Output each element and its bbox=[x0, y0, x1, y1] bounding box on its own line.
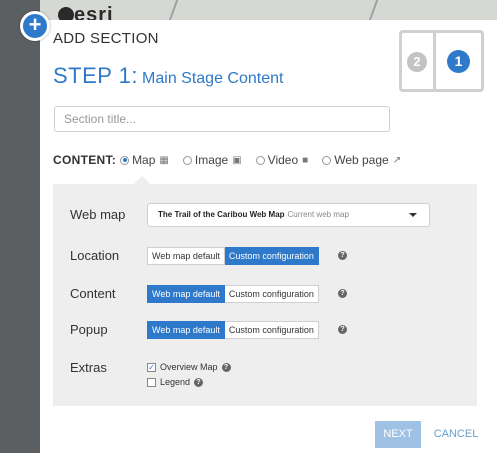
webmap-label: Web map bbox=[70, 207, 126, 222]
external-link-icon: ↗ bbox=[392, 154, 402, 166]
step-number: STEP 1: bbox=[53, 63, 139, 88]
video-icon: ■ bbox=[302, 154, 309, 166]
location-label: Location bbox=[70, 248, 120, 263]
content-option-label: Image bbox=[194, 153, 229, 167]
step-indicator: 2 1 bbox=[399, 30, 484, 92]
location-custom-configuration[interactable]: Custom configuration bbox=[224, 247, 319, 265]
add-section-plus-button[interactable]: + bbox=[20, 11, 50, 41]
help-icon[interactable]: ? bbox=[338, 289, 347, 298]
content-option-label: Map bbox=[132, 153, 156, 167]
content-label: CONTENT: bbox=[53, 153, 117, 167]
content-option-label: Video bbox=[267, 153, 299, 167]
popup-custom-configuration[interactable]: Custom configuration bbox=[224, 321, 319, 339]
help-icon[interactable]: ? bbox=[338, 251, 347, 260]
sidebar-shadow bbox=[0, 0, 40, 453]
help-icon[interactable]: ? bbox=[221, 362, 231, 372]
overview-map-label: Overview Map bbox=[160, 362, 218, 372]
popup-toggle: Web map default Custom configuration bbox=[147, 321, 319, 339]
location-toggle: Web map default Custom configuration bbox=[147, 247, 319, 265]
section-title-input[interactable] bbox=[54, 106, 390, 132]
cancel-button[interactable]: CANCEL bbox=[430, 421, 482, 448]
step-1-badge[interactable]: 1 bbox=[447, 50, 470, 73]
help-icon[interactable]: ? bbox=[194, 377, 204, 387]
content-custom-configuration[interactable]: Custom configuration bbox=[224, 285, 319, 303]
popup-label: Popup bbox=[70, 322, 108, 337]
map-icon: ▦ bbox=[159, 154, 169, 166]
content-type-selector: CONTENT: Map ▦ Image ▣ Video ■ Web page … bbox=[53, 153, 415, 167]
location-webmap-default[interactable]: Web map default bbox=[147, 247, 225, 265]
content-toggle: Web map default Custom configuration bbox=[147, 285, 319, 303]
step-divider bbox=[433, 33, 436, 89]
overview-map-checkbox[interactable]: ✓ Overview Map ? bbox=[147, 362, 231, 372]
content-option-label: Web page bbox=[334, 153, 389, 167]
radio-video[interactable] bbox=[255, 155, 265, 165]
step-subtitle: Main Stage Content bbox=[142, 70, 284, 87]
content-webmap-default[interactable]: Web map default bbox=[147, 285, 225, 303]
chevron-down-icon bbox=[409, 213, 417, 217]
webmap-value: The Trail of the Caribou Web Map bbox=[158, 210, 285, 219]
dialog-heading: ADD SECTION bbox=[53, 30, 159, 47]
radio-map[interactable] bbox=[120, 155, 130, 165]
radio-image[interactable] bbox=[182, 155, 192, 165]
webmap-note: Current web map bbox=[287, 210, 349, 219]
content-option-webpage[interactable]: Web page ↗ bbox=[322, 153, 401, 167]
legend-checkbox[interactable]: Legend ? bbox=[147, 377, 204, 387]
webmap-select[interactable]: The Trail of the Caribou Web Map Current … bbox=[147, 203, 430, 227]
checkbox-unchecked[interactable] bbox=[147, 377, 156, 387]
content-row-label: Content bbox=[70, 286, 116, 301]
checkbox-checked[interactable]: ✓ bbox=[147, 362, 156, 372]
content-option-video[interactable]: Video ■ bbox=[255, 153, 309, 167]
radio-webpage[interactable] bbox=[322, 155, 332, 165]
help-icon[interactable]: ? bbox=[338, 325, 347, 334]
extras-label: Extras bbox=[70, 360, 107, 375]
next-button[interactable]: NEXT bbox=[375, 421, 421, 448]
content-option-image[interactable]: Image ▣ bbox=[182, 153, 242, 167]
legend-label: Legend bbox=[160, 377, 191, 387]
step-title: STEP 1: Main Stage Content bbox=[53, 63, 283, 89]
popup-webmap-default[interactable]: Web map default bbox=[147, 321, 225, 339]
step-2-badge[interactable]: 2 bbox=[407, 52, 427, 72]
camera-icon: ▣ bbox=[232, 154, 242, 166]
content-option-map[interactable]: Map ▦ bbox=[120, 153, 169, 167]
